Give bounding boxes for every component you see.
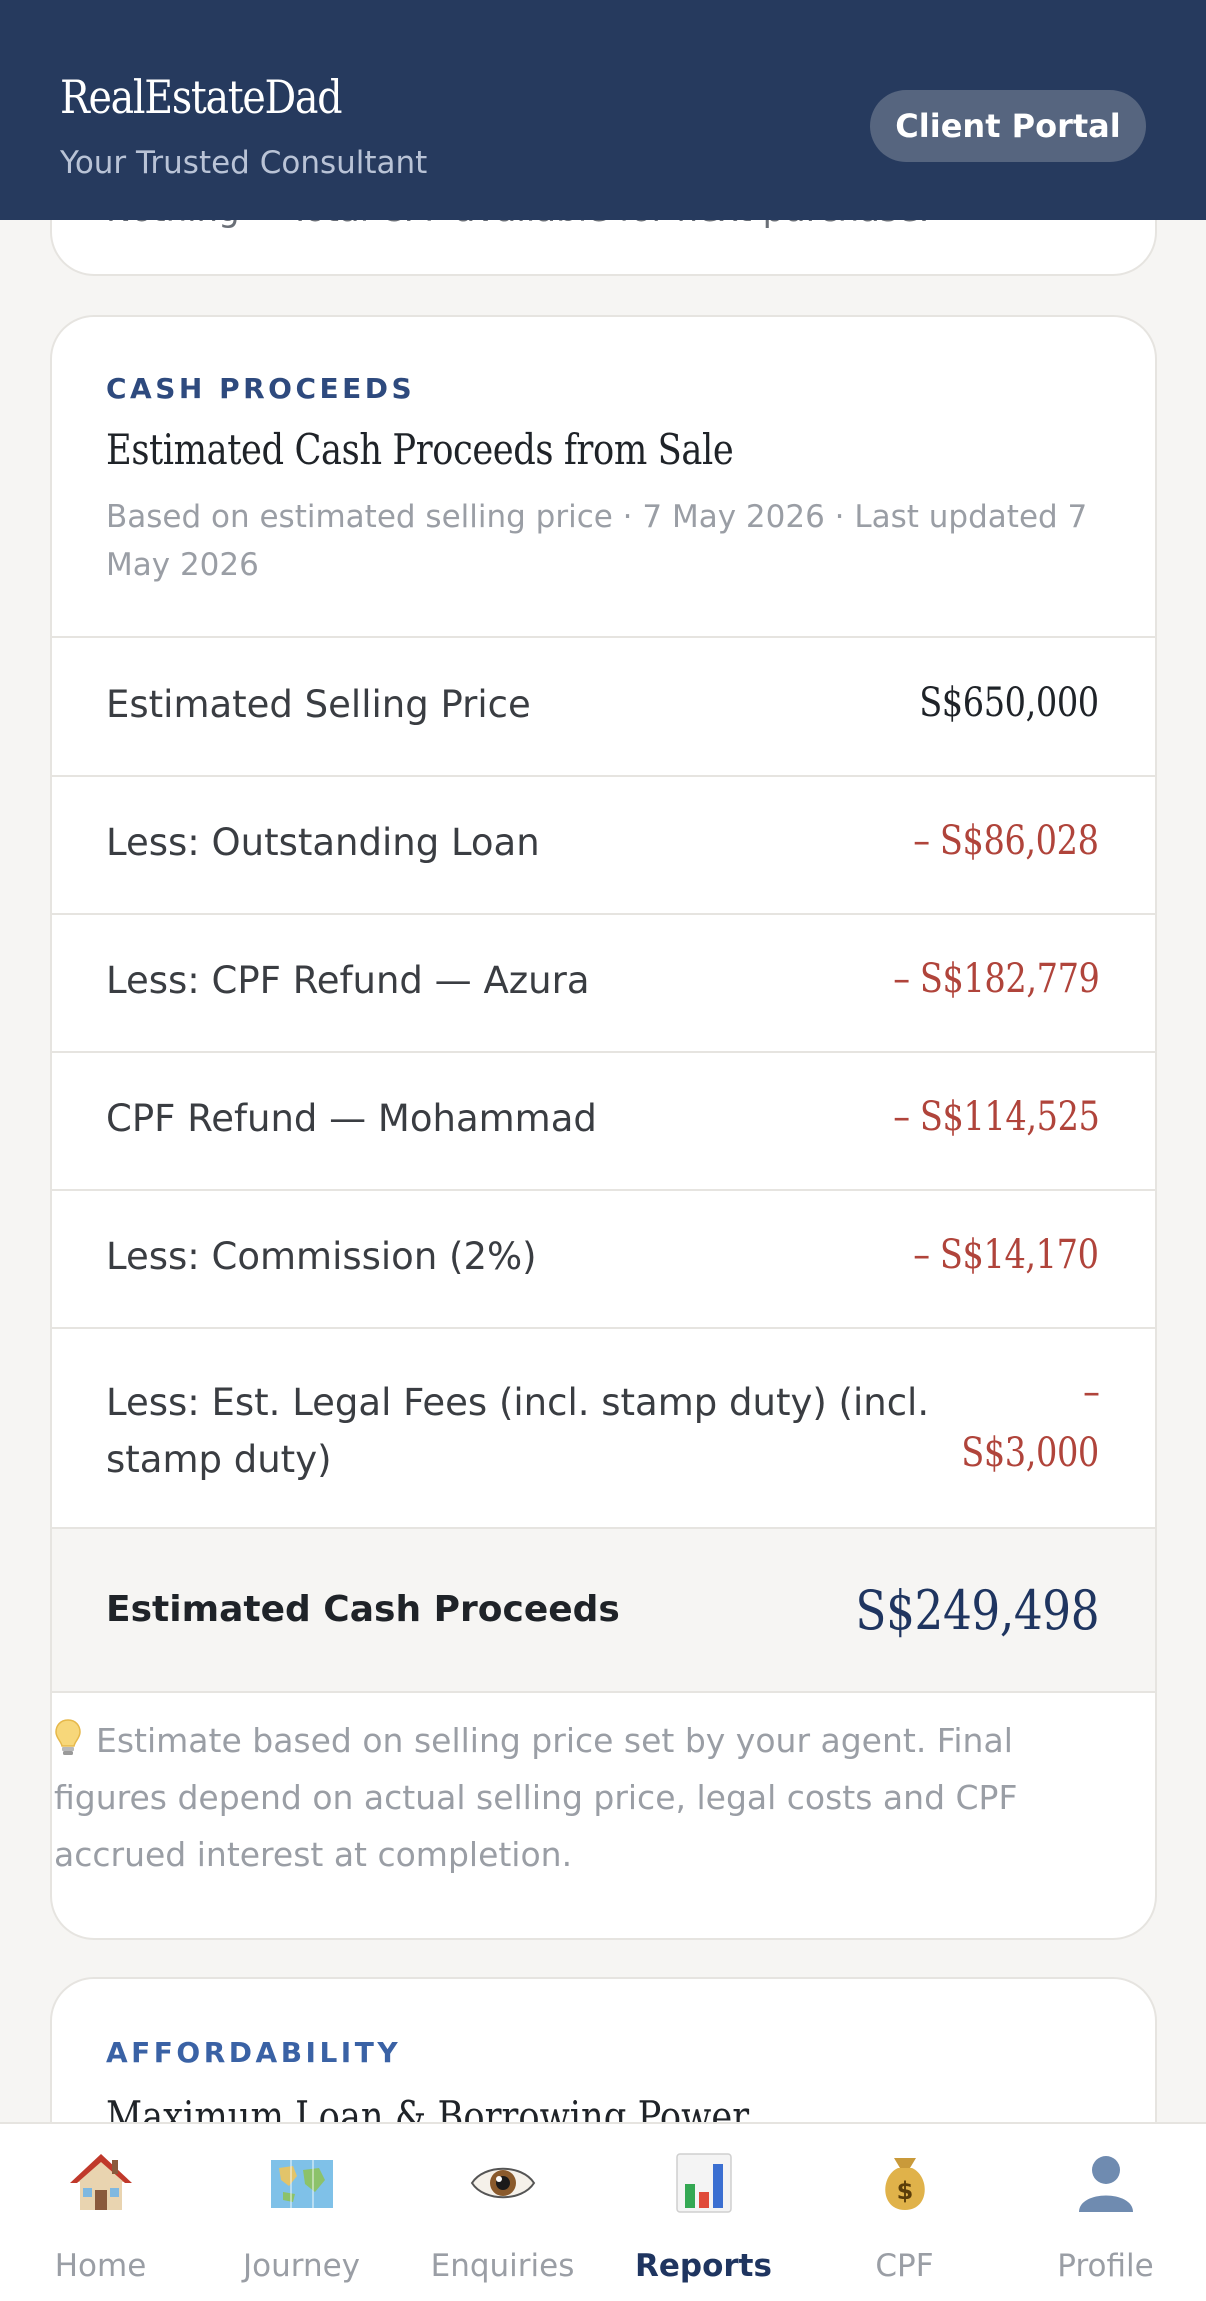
nav-item-cpf[interactable]: $ CPF — [804, 2124, 1005, 2301]
row-value: – S$114,525 — [892, 1094, 1100, 1140]
card-eyebrow: CASH PROCEEDS — [106, 372, 416, 405]
row-label: Less: Outstanding Loan — [106, 821, 540, 864]
nav-label: Profile — [1057, 2248, 1154, 2284]
row-label: Less: Est. Legal Fees (incl. stamp duty)… — [106, 1381, 930, 1481]
eye-icon — [470, 2167, 536, 2199]
row-label: Less: CPF Refund — Azura — [106, 959, 590, 1002]
lightbulb-icon — [55, 1719, 81, 1755]
house-icon — [70, 2154, 132, 2210]
card-title: Estimated Cash Proceeds from Sale — [106, 425, 734, 474]
card-header: CASH PROCEEDS Estimated Cash Proceeds fr… — [52, 317, 1155, 638]
row-cpf-refund-mohammad: CPF Refund — Mohammad – S$114,525 — [52, 1053, 1155, 1191]
row-cpf-refund-azura: Less: CPF Refund — Azura – S$182,779 — [52, 915, 1155, 1053]
map-icon — [271, 2160, 333, 2208]
row-value: – S$14,170 — [913, 1232, 1100, 1278]
nav-label: CPF — [875, 2248, 934, 2284]
money-bag-icon: $ — [885, 2158, 925, 2210]
total-value: S$249,498 — [855, 1579, 1099, 1642]
row-value: S$3,000 — [961, 1430, 1099, 1476]
app-header: RealEstateDad Your Trusted Consultant Cl… — [0, 0, 1206, 220]
svg-text:$: $ — [897, 2177, 914, 2205]
row-legal-fees: Less: Est. Legal Fees (incl. stamp duty)… — [52, 1329, 1155, 1529]
card-eyebrow: AFFORDABILITY — [106, 2036, 402, 2069]
bottom-nav: Home Journey Enquiries Reports $ CPF Pro… — [0, 2122, 1206, 2301]
nav-label: Home — [54, 2248, 147, 2284]
row-outstanding-loan: Less: Outstanding Loan – S$86,028 — [52, 777, 1155, 915]
row-label: Less: Commission (2%) — [106, 1235, 537, 1278]
row-value: – S$182,779 — [892, 956, 1100, 1002]
row-label: Estimated Selling Price — [106, 683, 531, 726]
row-total-cash-proceeds: Estimated Cash Proceeds S$249,498 — [52, 1529, 1155, 1693]
nav-label: Enquiries — [430, 2248, 575, 2284]
nav-item-reports[interactable]: Reports — [603, 2124, 804, 2301]
disclaimer-note: Estimate based on selling price set by y… — [54, 1712, 1064, 1883]
nav-item-journey[interactable]: Journey — [201, 2124, 402, 2301]
nav-item-enquiries[interactable]: Enquiries — [402, 2124, 603, 2301]
row-commission: Less: Commission (2%) – S$14,170 — [52, 1191, 1155, 1329]
row-selling-price: Estimated Selling Price S$650,000 — [52, 638, 1155, 777]
bar-chart-icon — [676, 2153, 732, 2213]
row-value-prefix: – — [1082, 1369, 1100, 1415]
client-portal-button[interactable]: Client Portal — [870, 90, 1146, 162]
nav-item-home[interactable]: Home — [0, 2124, 201, 2301]
person-icon — [1079, 2156, 1133, 2212]
brand-tagline: Your Trusted Consultant — [60, 145, 428, 181]
row-value: – S$86,028 — [913, 818, 1100, 864]
disclaimer-text: Estimate based on selling price set by y… — [54, 1721, 1018, 1874]
total-label: Estimated Cash Proceeds — [106, 1589, 620, 1630]
card-subtitle: Based on estimated selling price · 7 May… — [106, 499, 1088, 583]
row-value: S$650,000 — [919, 680, 1099, 726]
nav-item-profile[interactable]: Profile — [1005, 2124, 1206, 2301]
brand-title[interactable]: RealEstateDad — [60, 70, 343, 124]
row-label: CPF Refund — Mohammad — [106, 1097, 597, 1140]
nav-label: Reports — [635, 2248, 772, 2284]
cash-proceeds-card: CASH PROCEEDS Estimated Cash Proceeds fr… — [50, 315, 1157, 1940]
nav-label: Journey — [242, 2248, 361, 2284]
